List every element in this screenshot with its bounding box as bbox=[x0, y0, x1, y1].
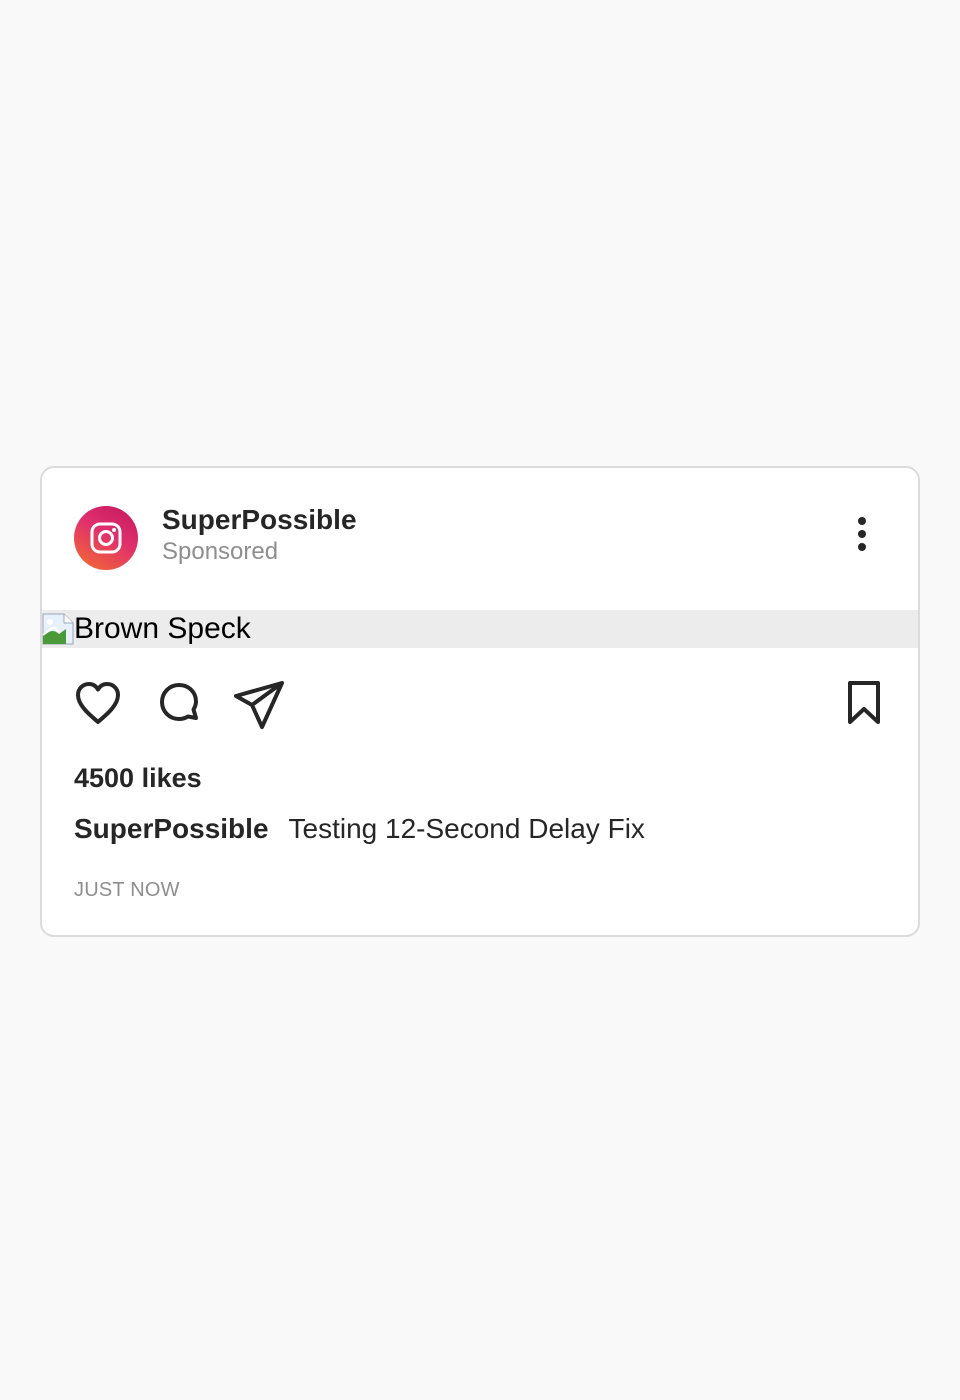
more-options-button[interactable] bbox=[850, 516, 874, 560]
action-bar bbox=[42, 680, 918, 730]
share-button[interactable] bbox=[232, 680, 286, 735]
save-button[interactable] bbox=[846, 680, 882, 731]
post-header: SuperPossible Sponsored bbox=[42, 468, 918, 610]
post-media[interactable]: Brown Speck bbox=[42, 610, 918, 648]
more-vertical-icon bbox=[858, 517, 866, 551]
instagram-logo-icon bbox=[90, 522, 122, 554]
post-card: SuperPossible Sponsored Brown Speck 4500… bbox=[40, 466, 920, 937]
caption-text: Testing 12-Second Delay Fix bbox=[288, 813, 645, 844]
avatar[interactable] bbox=[74, 506, 138, 570]
comment-button[interactable] bbox=[156, 680, 202, 731]
caption-username[interactable]: SuperPossible bbox=[74, 813, 269, 844]
broken-image-icon bbox=[42, 613, 74, 645]
heart-icon bbox=[76, 682, 120, 724]
bookmark-icon bbox=[848, 681, 880, 724]
media-alt-text: Brown Speck bbox=[74, 612, 251, 645]
post-timestamp: JUST NOW bbox=[74, 879, 180, 901]
likes-count[interactable]: 4500 likes bbox=[74, 762, 202, 794]
paper-plane-icon bbox=[234, 681, 284, 729]
sponsored-label: Sponsored bbox=[162, 538, 279, 565]
caption: SuperPossible Testing 12-Second Delay Fix bbox=[74, 812, 645, 846]
like-button[interactable] bbox=[74, 680, 122, 731]
account-name[interactable]: SuperPossible bbox=[162, 504, 357, 536]
comment-icon bbox=[160, 683, 198, 721]
